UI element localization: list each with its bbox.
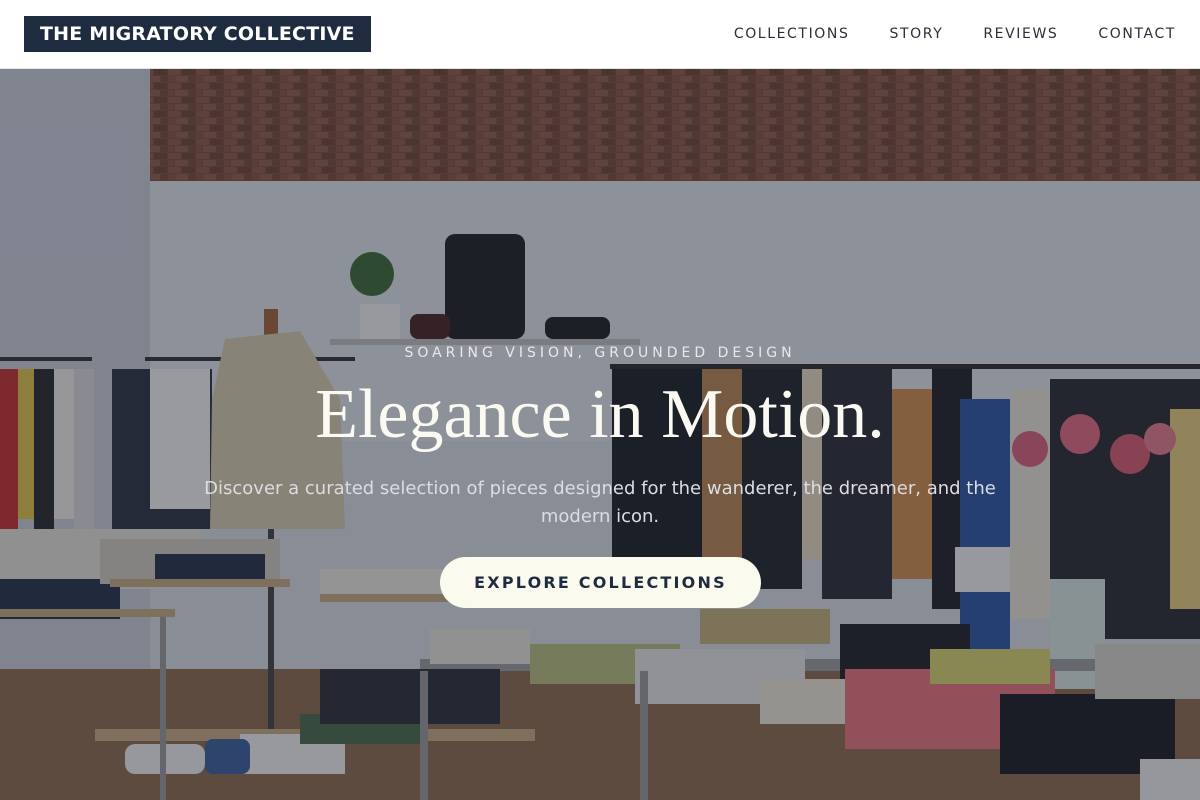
hero-section: SOARING VISION, GROUNDED DESIGN Elegance… [0,69,1200,800]
site-header: THE MIGRATORY COLLECTIVE COLLECTIONS STO… [0,0,1200,69]
hero-title: Elegance in Motion. [315,376,885,453]
hero-eyebrow: SOARING VISION, GROUNDED DESIGN [404,345,796,361]
hero-subtitle: Discover a curated selection of pieces d… [204,478,996,527]
main-nav: COLLECTIONS STORY REVIEWS CONTACT [734,26,1176,42]
explore-collections-button[interactable]: EXPLORE COLLECTIONS [440,557,761,608]
nav-link-collections[interactable]: COLLECTIONS [734,26,850,42]
brand-logo[interactable]: THE MIGRATORY COLLECTIVE [24,16,371,52]
nav-link-contact[interactable]: CONTACT [1098,26,1176,42]
nav-link-story[interactable]: STORY [890,26,944,42]
hero-content: SOARING VISION, GROUNDED DESIGN Elegance… [0,69,1200,800]
nav-link-reviews[interactable]: REVIEWS [983,26,1058,42]
